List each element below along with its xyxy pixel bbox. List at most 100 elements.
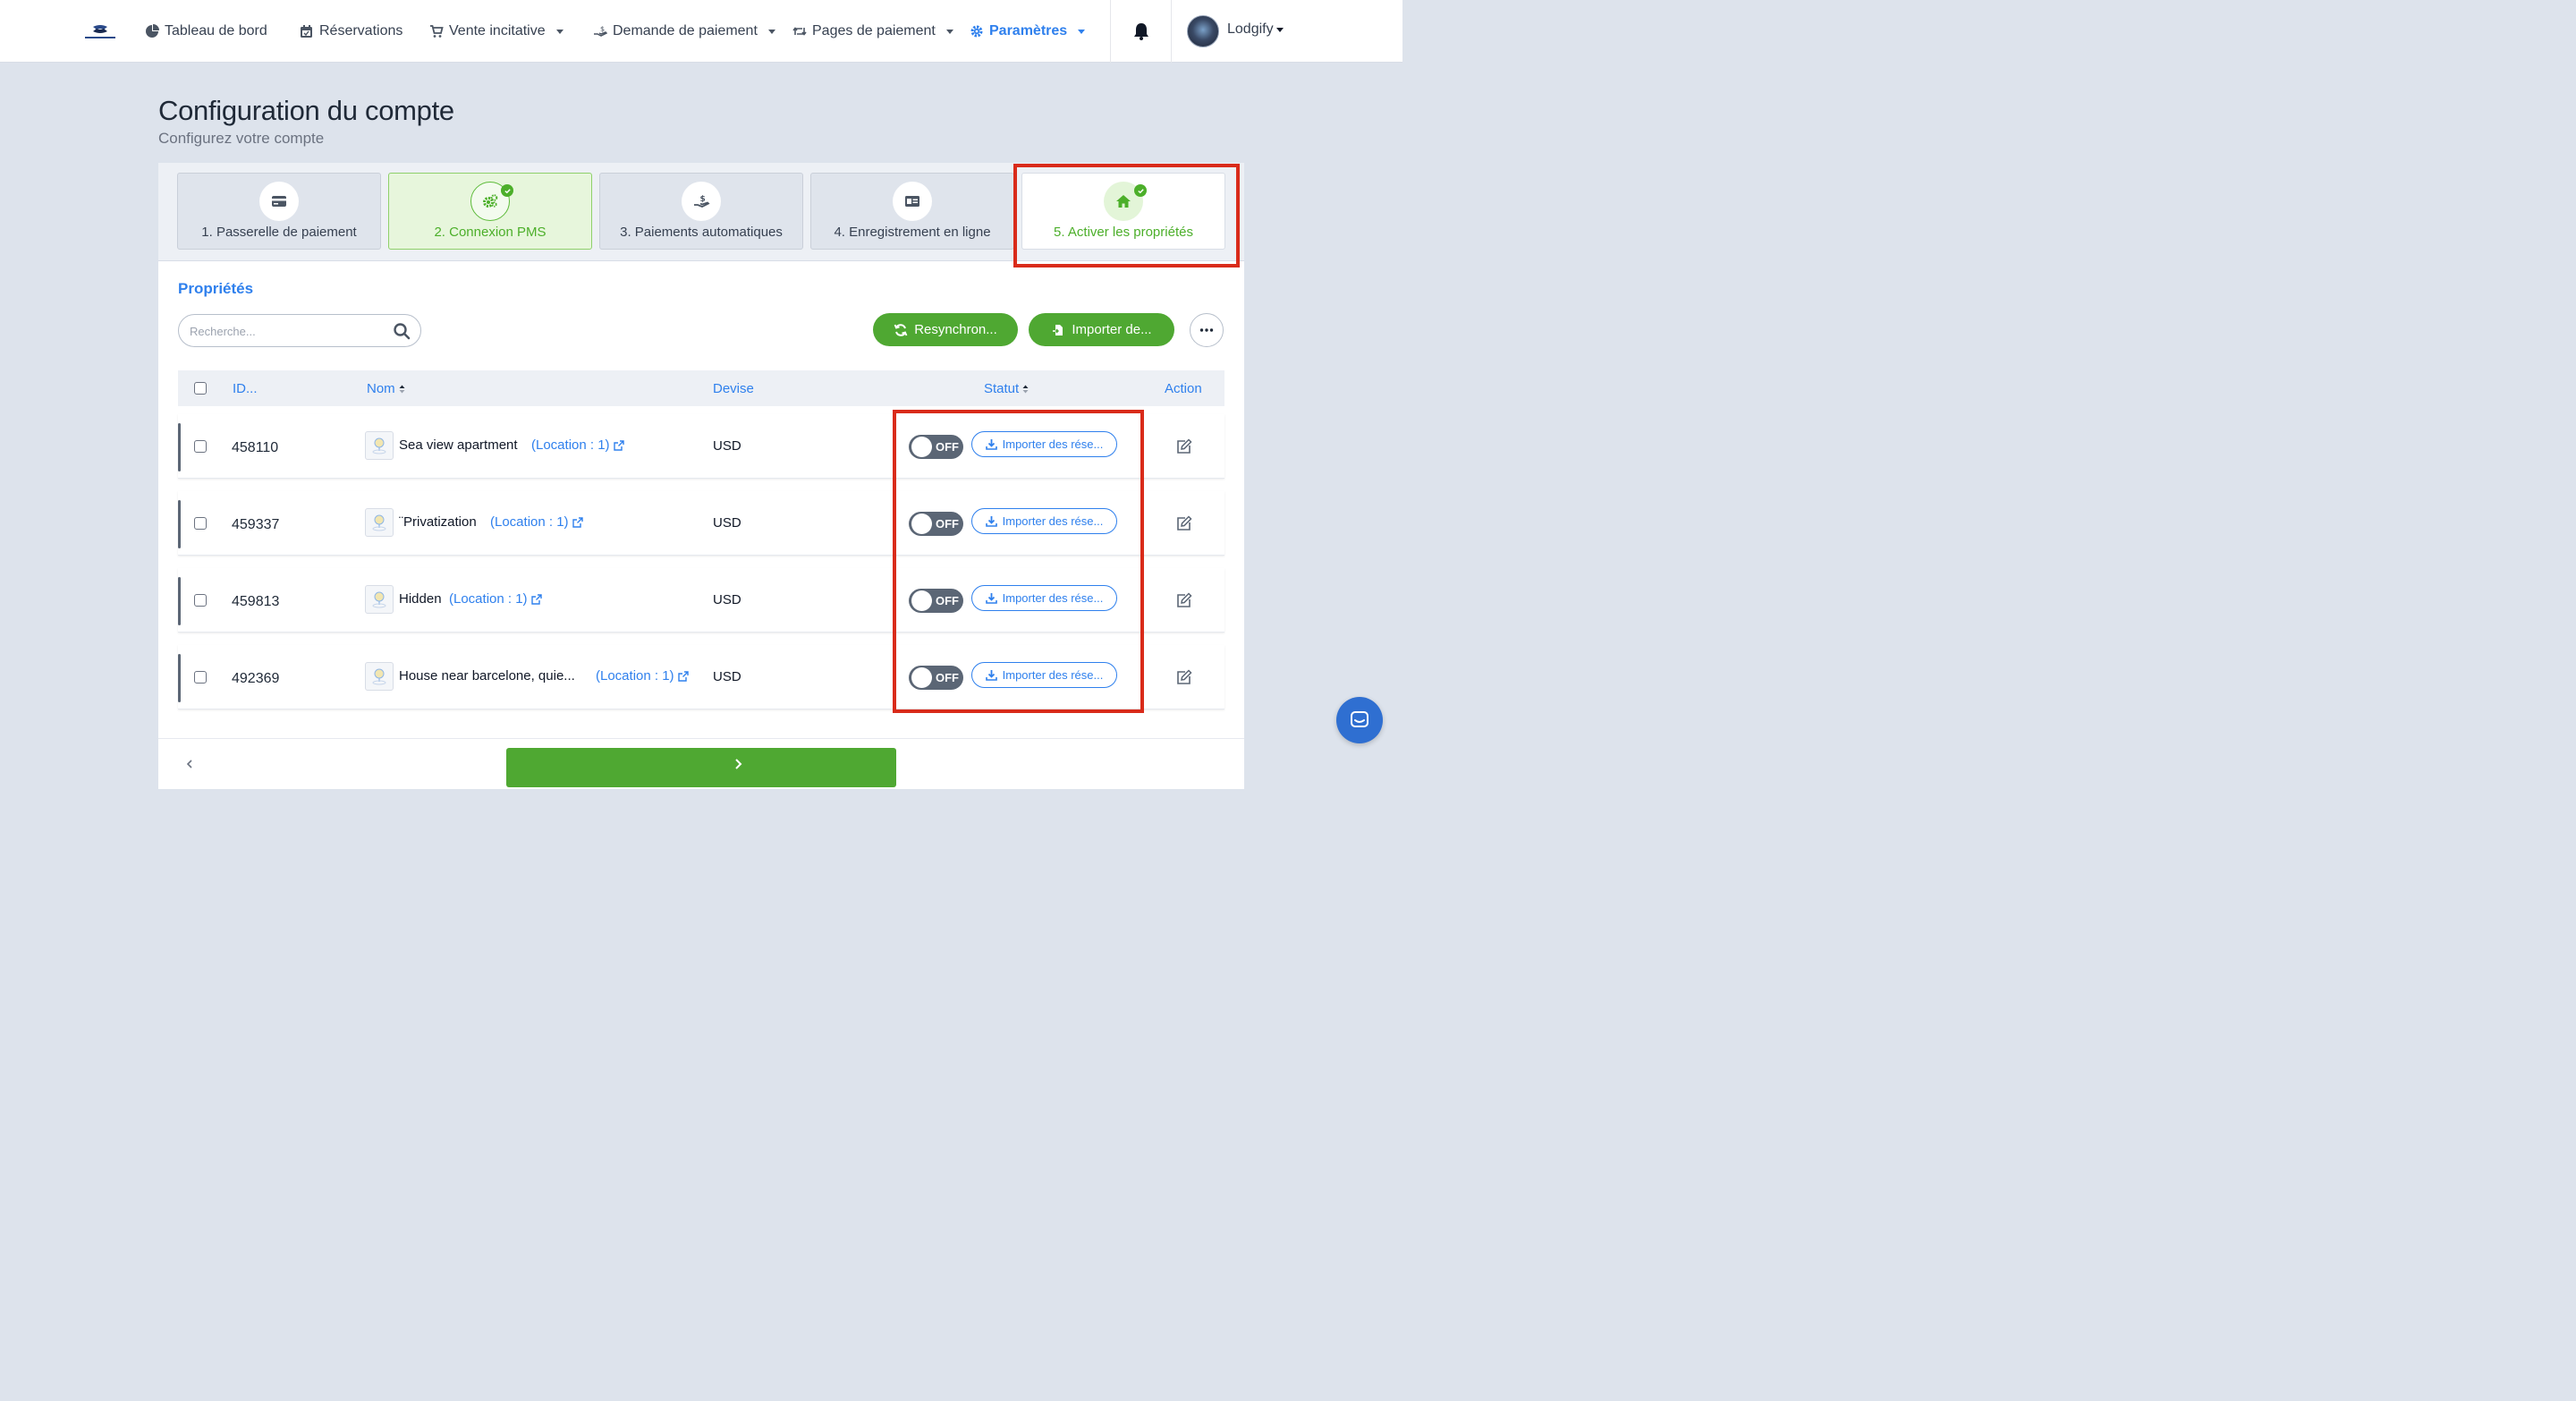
chevron-down-icon — [1078, 29, 1086, 34]
property-currency: USD — [713, 438, 741, 454]
property-id: 458110 — [232, 440, 279, 455]
property-location: (Location : 1) — [596, 668, 674, 684]
gear-icon — [970, 25, 983, 38]
nav-settings-label: Paramètres — [989, 23, 1068, 38]
step-pms-connection[interactable]: 2. Connexion PMS — [388, 173, 592, 250]
row-accent-bar — [178, 500, 181, 548]
top-navbar: Tableau de bord Réservations Vente incit… — [0, 0, 1402, 63]
nav-payment-pages[interactable]: Pages de paiement — [792, 21, 953, 41]
step-automatic-payments[interactable]: $ 3. Paiements automatiques — [599, 173, 803, 250]
back-button[interactable] — [185, 757, 194, 771]
column-id[interactable]: ID... — [233, 381, 258, 396]
property-location-link[interactable]: (Location : 1) — [531, 437, 624, 453]
payment-hand-icon: $ — [594, 25, 607, 37]
table-header: ID... Nom Devise Statut Action — [178, 370, 1224, 406]
highlight-box-status — [893, 410, 1144, 713]
column-status-label: Statut — [984, 381, 1020, 396]
nav-upsell-label: Vente incitative — [449, 23, 546, 38]
retweet-icon — [792, 27, 807, 36]
edit-icon[interactable] — [1176, 438, 1192, 454]
nav-upsell[interactable]: Vente incitative — [429, 21, 564, 41]
row-checkbox[interactable] — [194, 594, 207, 607]
chevron-down-icon — [1275, 27, 1284, 32]
row-checkbox[interactable] — [194, 517, 207, 530]
property-location-link[interactable]: (Location : 1) — [449, 591, 542, 607]
chevron-left-icon — [186, 760, 192, 768]
steps-bar: 1. Passerelle de paiement 2. Connexion P… — [158, 163, 1244, 267]
property-location-link[interactable]: (Location : 1) — [490, 514, 583, 530]
nav-payment-request[interactable]: $ Demande de paiement — [593, 21, 775, 41]
card-footer-divider — [158, 738, 1244, 739]
chevron-right-icon — [735, 759, 742, 769]
step-online-checkin[interactable]: 4. Enregistrement en ligne — [810, 173, 1014, 250]
sort-icon — [399, 385, 405, 393]
external-link-icon — [572, 516, 583, 528]
map-pin-icon — [372, 591, 386, 608]
property-name: ¨Privatization — [399, 514, 477, 530]
property-location: (Location : 1) — [490, 514, 569, 530]
step-label: 3. Paiements automatiques — [620, 225, 783, 240]
cogs-icon — [483, 194, 498, 208]
check-badge-icon — [501, 184, 513, 197]
property-thumbnail — [365, 431, 394, 460]
section-title: Propriétés — [178, 280, 254, 297]
user-name: Lodgify — [1227, 21, 1274, 37]
brand-logo[interactable] — [84, 23, 116, 41]
property-location-link[interactable]: (Location : 1) — [596, 668, 689, 684]
property-name: Sea view apartment — [399, 437, 518, 453]
chevron-down-icon — [945, 29, 953, 34]
property-currency: USD — [713, 592, 741, 607]
edit-icon[interactable] — [1176, 515, 1192, 531]
step-icon-circle — [893, 182, 932, 221]
user-menu[interactable]: Lodgify — [1227, 21, 1284, 38]
nav-divider — [1171, 0, 1172, 63]
more-options-button[interactable] — [1190, 313, 1224, 347]
highlight-box-step — [1013, 164, 1240, 267]
column-name-label: Nom — [367, 381, 395, 396]
column-action: Action — [1165, 381, 1202, 396]
hand-dollar-icon: $ — [694, 195, 710, 208]
nav-settings[interactable]: Paramètres — [970, 21, 1086, 41]
property-thumbnail — [365, 662, 394, 691]
property-location: (Location : 1) — [531, 437, 610, 453]
property-location: (Location : 1) — [449, 591, 528, 607]
external-link-icon — [530, 593, 542, 605]
external-link-icon — [613, 439, 624, 451]
map-pin-icon — [372, 514, 386, 531]
import-button[interactable]: Importer de... — [1029, 313, 1174, 346]
next-step-button[interactable] — [506, 748, 896, 787]
avatar[interactable] — [1187, 15, 1219, 47]
property-id: 492369 — [232, 671, 280, 686]
row-checkbox[interactable] — [194, 671, 207, 684]
resync-label: Resynchron... — [914, 322, 997, 337]
search-input[interactable] — [190, 322, 386, 340]
nav-reservations[interactable]: Réservations — [300, 21, 402, 41]
row-checkbox[interactable] — [194, 440, 207, 453]
select-all-checkbox[interactable] — [194, 382, 207, 395]
resync-button[interactable]: Resynchron... — [873, 313, 1018, 346]
nav-divider — [1110, 0, 1111, 63]
search-icon[interactable] — [393, 322, 411, 340]
column-status[interactable]: Statut — [984, 381, 1029, 396]
chevron-down-icon — [555, 29, 564, 34]
bell-icon[interactable] — [1131, 21, 1151, 41]
edit-icon[interactable] — [1176, 592, 1192, 608]
svg-text:$: $ — [700, 195, 706, 204]
nav-reservations-label: Réservations — [319, 23, 403, 38]
column-name[interactable]: Nom — [367, 381, 405, 396]
chat-launcher-button[interactable] — [1336, 697, 1383, 743]
step-label: 1. Passerelle de paiement — [201, 225, 357, 240]
nav-dashboard[interactable]: Tableau de bord — [145, 21, 267, 41]
edit-icon[interactable] — [1176, 669, 1192, 685]
import-label: Importer de... — [1072, 322, 1152, 337]
setup-card: 1. Passerelle de paiement 2. Connexion P… — [158, 163, 1244, 789]
nav-dashboard-label: Tableau de bord — [165, 23, 267, 38]
calendar-icon — [301, 25, 312, 38]
column-currency[interactable]: Devise — [713, 381, 754, 396]
step-payment-gateway[interactable]: 1. Passerelle de paiement — [177, 173, 381, 250]
row-accent-bar — [178, 423, 181, 471]
ellipsis-icon — [1199, 328, 1214, 332]
row-accent-bar — [178, 577, 181, 625]
credit-card-icon — [272, 196, 286, 207]
chat-icon — [1351, 711, 1368, 727]
